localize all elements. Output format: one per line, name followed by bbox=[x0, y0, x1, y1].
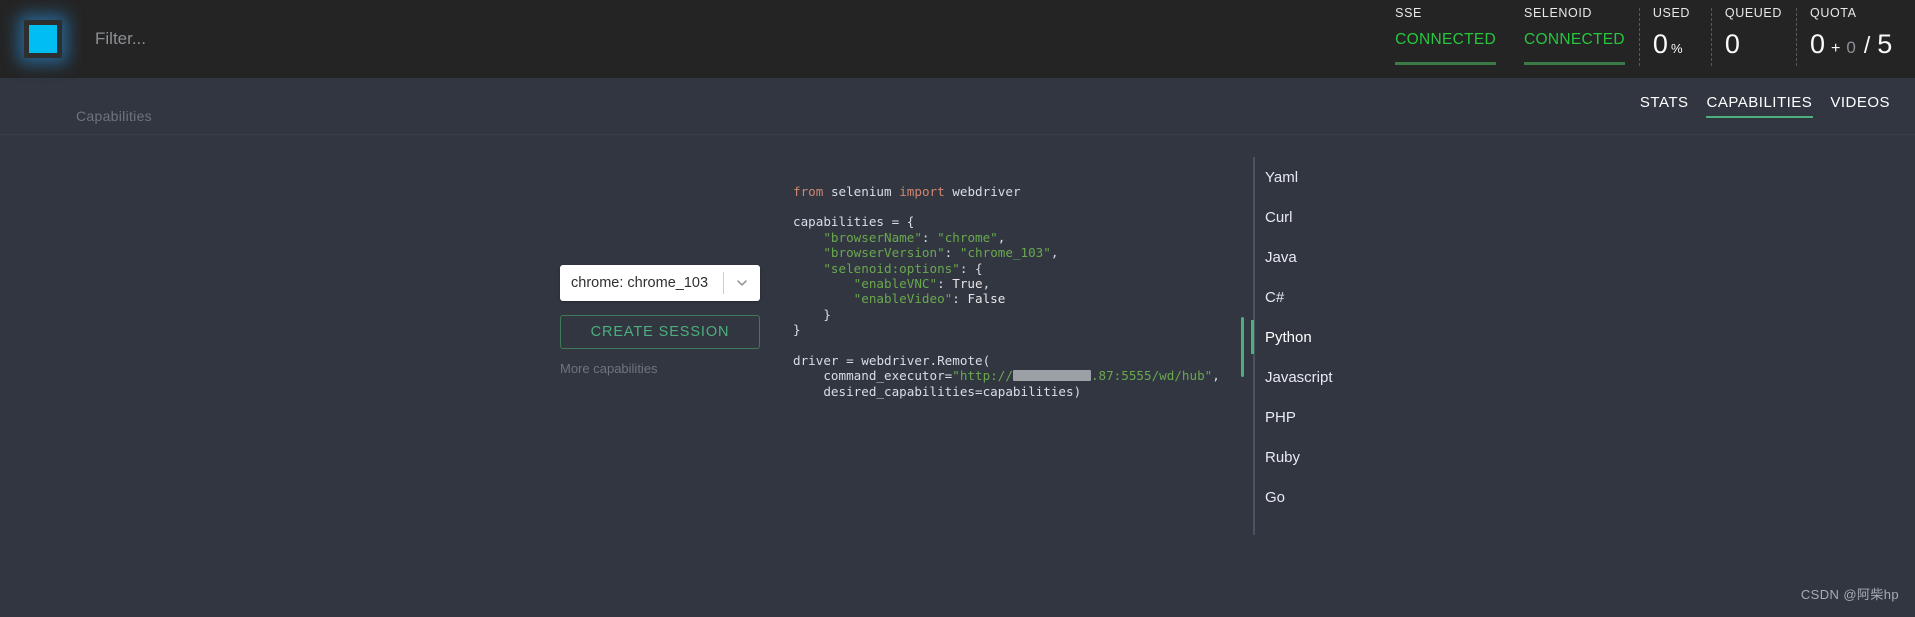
stat-quota-slash: / bbox=[1863, 32, 1871, 58]
language-item-ruby[interactable]: Ruby bbox=[1253, 437, 1493, 477]
stat-sse-label: SSE bbox=[1395, 6, 1422, 20]
stat-quota-value: 0 + 0 / 5 bbox=[1810, 31, 1894, 58]
section-title: Capabilities bbox=[76, 108, 152, 124]
stat-quota: QUOTA 0 + 0 / 5 bbox=[1796, 0, 1908, 78]
stat-queued-number: 0 bbox=[1724, 29, 1740, 59]
code-scrollbar[interactable] bbox=[1241, 317, 1244, 377]
stat-queued-label: QUEUED bbox=[1724, 6, 1782, 20]
stat-queued: QUEUED 0 bbox=[1710, 0, 1796, 78]
stat-quota-label: QUOTA bbox=[1810, 6, 1857, 20]
stat-selenoid: SELENOID CONNECTED bbox=[1510, 0, 1639, 78]
language-item-javascript[interactable]: Javascript bbox=[1253, 357, 1493, 397]
filter-input[interactable] bbox=[95, 25, 515, 53]
stat-used-number: 0 bbox=[1652, 29, 1668, 59]
code-snippet: from selenium import webdriver capabilit… bbox=[793, 183, 1220, 399]
main-content: chrome: chrome_103 CREATE SESSION More c… bbox=[0, 135, 1915, 617]
more-capabilities-link[interactable]: More capabilities bbox=[560, 361, 760, 376]
stat-used-value: 0 % bbox=[1653, 31, 1697, 58]
language-item-csharp[interactable]: C# bbox=[1253, 277, 1493, 317]
language-item-java[interactable]: Java bbox=[1253, 237, 1493, 277]
selenoid-logo-icon bbox=[24, 20, 62, 58]
stat-sse: SSE CONNECTED bbox=[1381, 0, 1510, 78]
tab-capabilities[interactable]: CAPABILITIES bbox=[1698, 94, 1822, 118]
stat-used-label: USED bbox=[1652, 6, 1691, 20]
selenoid-ui-app: SSE CONNECTED SELENOID CONNECTED USED 0 … bbox=[0, 0, 1915, 617]
code-snippet-pane: from selenium import webdriver capabilit… bbox=[793, 135, 1248, 617]
language-item-python[interactable]: Python bbox=[1251, 317, 1493, 357]
create-session-button[interactable]: CREATE SESSION bbox=[560, 315, 760, 349]
logo-inner-square bbox=[29, 25, 57, 53]
language-list: Yaml Curl Java C# Python Javascript PHP … bbox=[1251, 157, 1493, 517]
language-item-php[interactable]: PHP bbox=[1253, 397, 1493, 437]
filter-container bbox=[86, 0, 1381, 78]
stats-group: SSE CONNECTED SELENOID CONNECTED USED 0 … bbox=[1381, 0, 1915, 78]
stat-used-unit: % bbox=[1670, 41, 1683, 56]
stat-quota-pending: 0 bbox=[1846, 38, 1856, 57]
stat-queued-value: 0 bbox=[1725, 31, 1782, 58]
stat-used: USED 0 % bbox=[1638, 0, 1711, 78]
language-item-yaml[interactable]: Yaml bbox=[1253, 157, 1493, 197]
session-controls: chrome: chrome_103 CREATE SESSION More c… bbox=[560, 265, 760, 376]
watermark: CSDN @阿柴hp bbox=[1800, 587, 1899, 602]
stat-selenoid-value: CONNECTED bbox=[1524, 31, 1625, 48]
stat-quota-plus: + bbox=[1831, 40, 1841, 57]
main-tabbar: STATS CAPABILITIES VIDEOS bbox=[0, 78, 1915, 118]
browser-select[interactable]: chrome: chrome_103 bbox=[560, 265, 760, 301]
tab-videos[interactable]: VIDEOS bbox=[1821, 94, 1899, 118]
top-header: SSE CONNECTED SELENOID CONNECTED USED 0 … bbox=[0, 0, 1915, 78]
stat-selenoid-label: SELENOID bbox=[1524, 6, 1593, 20]
stat-quota-total: 5 bbox=[1877, 29, 1893, 59]
stat-quota-used: 0 bbox=[1810, 29, 1826, 59]
stat-sse-underline bbox=[1395, 62, 1497, 65]
language-item-go[interactable]: Go bbox=[1253, 477, 1493, 517]
redacted-host bbox=[1012, 370, 1091, 382]
language-item-curl[interactable]: Curl bbox=[1253, 197, 1493, 237]
stat-sse-value: CONNECTED bbox=[1395, 31, 1497, 48]
logo-container bbox=[0, 0, 86, 78]
tab-stats[interactable]: STATS bbox=[1631, 94, 1698, 118]
chevron-down-icon[interactable] bbox=[724, 265, 760, 301]
browser-select-value: chrome: chrome_103 bbox=[571, 275, 709, 291]
stat-selenoid-underline bbox=[1524, 62, 1625, 65]
